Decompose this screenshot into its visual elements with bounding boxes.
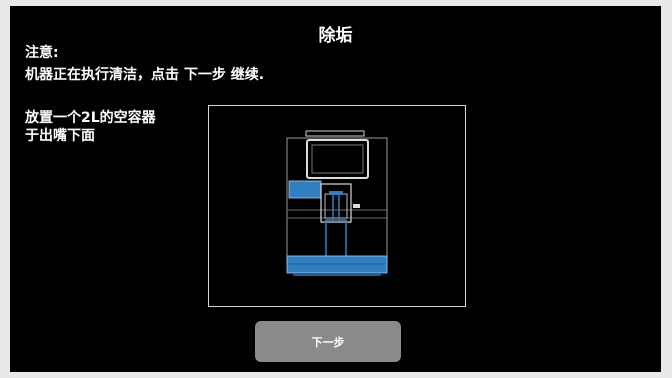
notice-heading: 注意: [25, 45, 59, 61]
notice-text: 机器正在执行清洁，点击 下一步 继续. [25, 67, 265, 83]
coffee-machine-with-container-icon [286, 130, 388, 276]
page-title: 除垢 [318, 26, 353, 46]
instruction-line-1: 放置一个2L的空容器 [25, 110, 156, 126]
instruction-line-2: 于出嘴下面 [25, 128, 95, 144]
illustration-frame [208, 105, 466, 307]
descaling-screen: 除垢 注意: 机器正在执行清洁，点击 下一步 继续. 放置一个2L的空容器 于出… [10, 6, 661, 372]
next-step-button[interactable]: 下一步 [255, 321, 401, 362]
instruction-text: 放置一个2L的空容器 于出嘴下面 [25, 109, 195, 145]
